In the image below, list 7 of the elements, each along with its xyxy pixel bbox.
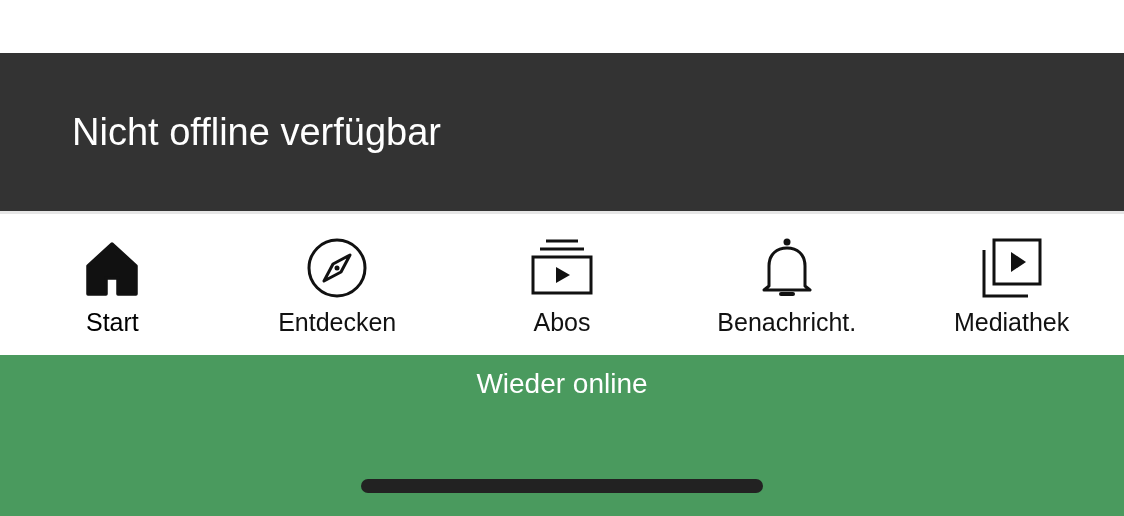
nav-tab[interactable]: Benachricht. (674, 214, 900, 355)
snackbar-message: Nicht offline verfügbar (72, 110, 441, 154)
nav-tab[interactable]: Start (0, 214, 225, 355)
nav-tab[interactable]: Entdecken (224, 214, 450, 355)
status-banner-text: Wieder online (476, 368, 648, 400)
nav-tab[interactable]: Abos (449, 214, 675, 355)
nav-tab[interactable]: Mediathek (899, 214, 1124, 355)
